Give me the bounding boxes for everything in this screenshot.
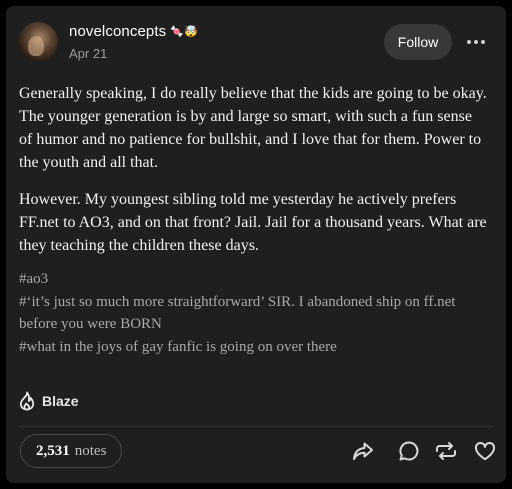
blaze-button[interactable]: Blaze [18,390,79,412]
follow-button[interactable]: Follow [384,24,452,60]
divider [18,426,494,427]
avatar[interactable] [18,22,58,62]
tag-link[interactable]: #ao3 [19,268,489,291]
notes-button[interactable]: 2,531 notes [20,434,123,468]
flame-icon [18,391,36,411]
reblog-icon[interactable] [433,438,459,464]
tag-link[interactable]: #what in the joys of gay fanfic is going… [19,336,489,359]
share-icon[interactable] [350,438,376,464]
notes-label: notes [74,442,107,459]
post-paragraph: However. My youngest sibling told me yes… [19,191,487,254]
more-options-icon[interactable] [462,30,490,54]
notes-count: 2,531 [36,442,70,459]
user-badges: 🍬🤯 [170,26,198,38]
like-icon[interactable] [472,438,498,464]
post-author[interactable]: novelconcepts 🍬🤯 [69,23,198,40]
post-date[interactable]: Apr 21 [69,46,107,61]
post-paragraph: Generally speaking, I do really believe … [19,85,487,171]
username-label[interactable]: novelconcepts [69,23,166,40]
post-card: novelconcepts 🍬🤯 Apr 21 Follow Generally … [6,6,506,483]
blaze-label: Blaze [42,393,79,409]
post-tags: #ao3 #‘it’s just so much more straightfo… [19,268,489,358]
tag-link[interactable]: #‘it’s just so much more straightforward… [19,291,489,336]
reply-icon[interactable] [396,438,422,464]
